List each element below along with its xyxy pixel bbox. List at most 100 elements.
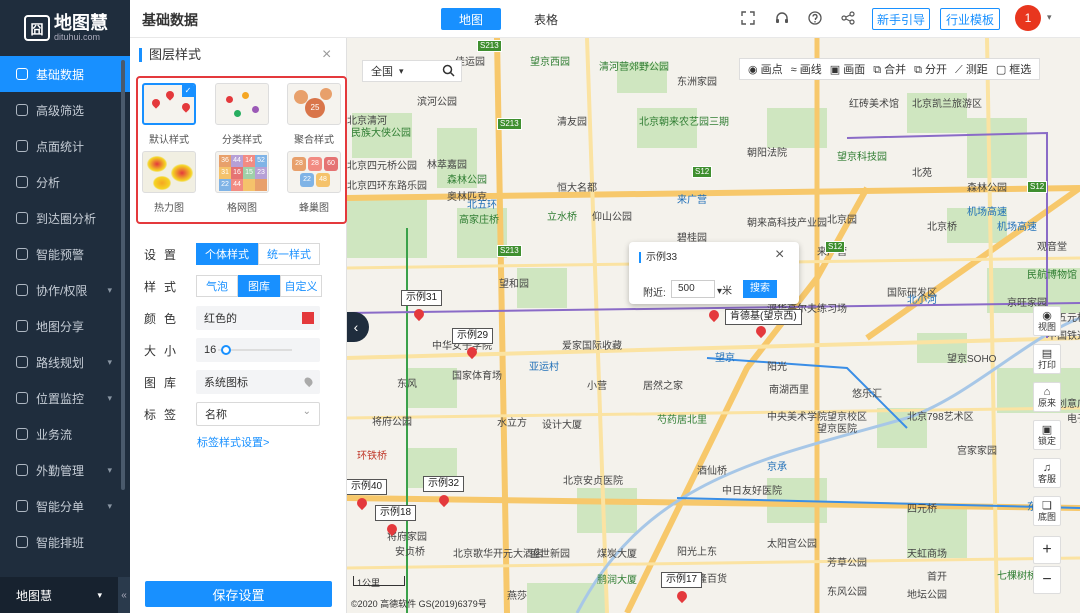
style-option-category[interactable]: 分类样式 bbox=[214, 83, 270, 146]
sidebar-item[interactable]: 协作/权限 ▾ bbox=[0, 272, 130, 308]
chevron-down-icon: ▾ bbox=[107, 464, 112, 475]
help-icon[interactable] bbox=[808, 11, 822, 25]
sidebar-item[interactable]: 高级筛选 bbox=[0, 92, 130, 128]
menu-icon bbox=[16, 68, 28, 80]
map-poi-label: 南湖西里 bbox=[769, 385, 809, 396]
share-icon[interactable] bbox=[841, 11, 855, 25]
map-poi-label: 森林公园 bbox=[967, 183, 1007, 194]
map-poi-label: 北京桥 bbox=[927, 222, 957, 233]
color-picker[interactable]: 红色的 bbox=[196, 306, 320, 330]
marker-label[interactable]: 示例31 bbox=[401, 290, 443, 306]
marker-label[interactable]: 示例32 bbox=[423, 476, 465, 492]
printer-icon: ▤ bbox=[1041, 348, 1053, 360]
close-icon[interactable]: × bbox=[775, 246, 784, 264]
style-option-grid[interactable]: 36 44 14 52 31 16 15 23 22 44 格网图 bbox=[214, 151, 270, 214]
basemap-button[interactable]: ❏ 底图 bbox=[1033, 496, 1061, 526]
menu-icon bbox=[16, 104, 28, 116]
sidebar-item[interactable]: 智能预警 bbox=[0, 236, 130, 272]
collapse-sidebar-button[interactable]: « bbox=[118, 577, 130, 613]
grid-cell: 23 bbox=[255, 167, 267, 179]
split-button[interactable]: ⧉ 分开 bbox=[910, 61, 951, 77]
library-button[interactable]: 图库 bbox=[238, 275, 280, 297]
lock-button[interactable]: ▣ 锁定 bbox=[1033, 420, 1061, 450]
workspace-switcher[interactable]: 地图慧 ▾ « bbox=[0, 577, 130, 613]
merge-button[interactable]: ⧉ 合并 bbox=[869, 61, 910, 77]
hive-cell: 22 bbox=[300, 173, 314, 187]
marker-label[interactable]: 示例18 bbox=[375, 505, 417, 521]
zoom-out-button[interactable]: − bbox=[1033, 566, 1061, 594]
style-option-hive[interactable]: 28 28 60 22 48 蜂巢图 bbox=[286, 151, 342, 214]
popup-search-button[interactable]: 搜索 bbox=[743, 280, 777, 298]
search-icon[interactable] bbox=[442, 64, 455, 80]
region-selector[interactable]: 全国 ▾ bbox=[362, 60, 462, 82]
page-title: 基础数据 bbox=[142, 12, 198, 28]
map-poi-label: 滨河公园 bbox=[417, 97, 457, 108]
sidebar-item[interactable]: 基础数据 bbox=[0, 56, 130, 92]
chevron-down-icon[interactable]: ▾ bbox=[1047, 12, 1052, 23]
marker-label[interactable]: 示例29 bbox=[452, 328, 494, 344]
grid-cell: 14 bbox=[243, 155, 255, 167]
sidebar-item[interactable]: 地图分享 bbox=[0, 308, 130, 344]
library-select[interactable]: 系统图标 bbox=[196, 370, 320, 394]
tab-map[interactable]: 地图 bbox=[441, 8, 501, 30]
bubble-button[interactable]: 气泡 bbox=[196, 275, 238, 297]
industry-template-button[interactable]: 行业模板 bbox=[940, 8, 1000, 30]
style-option-default[interactable]: ✓ 默认样式 bbox=[141, 83, 197, 146]
style-option-heatmap[interactable]: 热力图 bbox=[141, 151, 197, 214]
headset-icon[interactable] bbox=[775, 11, 789, 25]
sidebar-item[interactable]: 业务流 bbox=[0, 416, 130, 452]
map-poi-label: 环铁桥 bbox=[357, 451, 387, 462]
hive-cell: 28 bbox=[308, 157, 322, 171]
avatar[interactable]: 1 bbox=[1015, 5, 1041, 31]
pin-icon bbox=[302, 375, 315, 388]
individual-style-button[interactable]: 个体样式 bbox=[196, 243, 258, 265]
tag-style-link[interactable]: 标签样式设置> bbox=[197, 434, 269, 450]
sidebar-item[interactable]: 外勤管理 ▾ bbox=[0, 452, 130, 488]
road-label: S12 bbox=[1027, 181, 1048, 193]
logo[interactable]: 囧 地图慧 dituhui.com bbox=[0, 0, 130, 56]
size-slider-handle[interactable] bbox=[220, 345, 231, 355]
support-button[interactable]: ♫ 客服 bbox=[1033, 458, 1061, 488]
view-button[interactable]: ◉ 视图 bbox=[1033, 306, 1061, 336]
draw-point-button[interactable]: ◉ 画点 bbox=[744, 61, 787, 77]
sidebar-scrollbar[interactable] bbox=[121, 60, 125, 490]
box-select-button[interactable]: ▢ 框选 bbox=[992, 61, 1035, 77]
marker-label[interactable]: 示例40 bbox=[347, 479, 388, 495]
grid-cell: 22 bbox=[219, 179, 231, 191]
unified-style-button[interactable]: 统一样式 bbox=[258, 243, 320, 265]
guide-button[interactable]: 新手引导 bbox=[872, 8, 930, 30]
sidebar-item[interactable]: 点面统计 bbox=[0, 128, 130, 164]
sidebar-item[interactable]: 智能排班 bbox=[0, 524, 130, 560]
size-slider-track[interactable] bbox=[218, 345, 292, 355]
grid-cell: 15 bbox=[243, 167, 255, 179]
sidebar-item[interactable]: 到达圈分析 bbox=[0, 200, 130, 236]
style-option-label: 聚合样式 bbox=[294, 135, 334, 146]
distance-unit-select[interactable]: ▾米 bbox=[717, 282, 732, 297]
custom-button[interactable]: 自定义 bbox=[280, 275, 322, 297]
tag-select[interactable]: 名称 ⌄ bbox=[196, 402, 320, 426]
draw-area-button[interactable]: ▣ 画面 bbox=[826, 61, 869, 77]
nearby-distance-input[interactable]: 500 bbox=[671, 280, 715, 298]
close-icon[interactable]: × bbox=[322, 46, 331, 64]
map-view[interactable]: 佳运园 望京西园 滨河公园 清河营郊野公园 东洲家园 北京清河 民族大侠公园 清友园 北京朝来农… bbox=[347, 38, 1080, 613]
heatmap-thumbnail bbox=[142, 151, 196, 193]
marker-label[interactable]: 肯德基(望京西) bbox=[725, 309, 802, 325]
grid-cell: 52 bbox=[255, 155, 267, 167]
sidebar-item[interactable]: 位置监控 ▾ bbox=[0, 380, 130, 416]
reset-view-button[interactable]: ⌂ 原来 bbox=[1033, 382, 1061, 412]
measure-button[interactable]: ⟋ 测距 bbox=[951, 61, 992, 77]
map-poi-label: 阳光 bbox=[767, 362, 787, 373]
map-poi-label: 居然之家 bbox=[643, 381, 683, 392]
fullscreen-icon[interactable] bbox=[741, 11, 755, 25]
style-option-cluster[interactable]: 25 聚合样式 bbox=[286, 83, 342, 146]
tab-table[interactable]: 表格 bbox=[516, 8, 576, 30]
draw-line-button[interactable]: ≈ 画线 bbox=[787, 61, 826, 77]
print-button[interactable]: ▤ 打印 bbox=[1033, 344, 1061, 374]
sidebar-item[interactable]: 路线规划 ▾ bbox=[0, 344, 130, 380]
marker-label[interactable]: 示例17 bbox=[661, 572, 703, 588]
save-settings-button[interactable]: 保存设置 bbox=[145, 581, 332, 607]
zoom-in-button[interactable]: + bbox=[1033, 536, 1061, 564]
chevron-down-icon: ▾ bbox=[97, 589, 102, 600]
sidebar-item[interactable]: 分析 bbox=[0, 164, 130, 200]
sidebar-item[interactable]: 智能分单 ▾ bbox=[0, 488, 130, 524]
